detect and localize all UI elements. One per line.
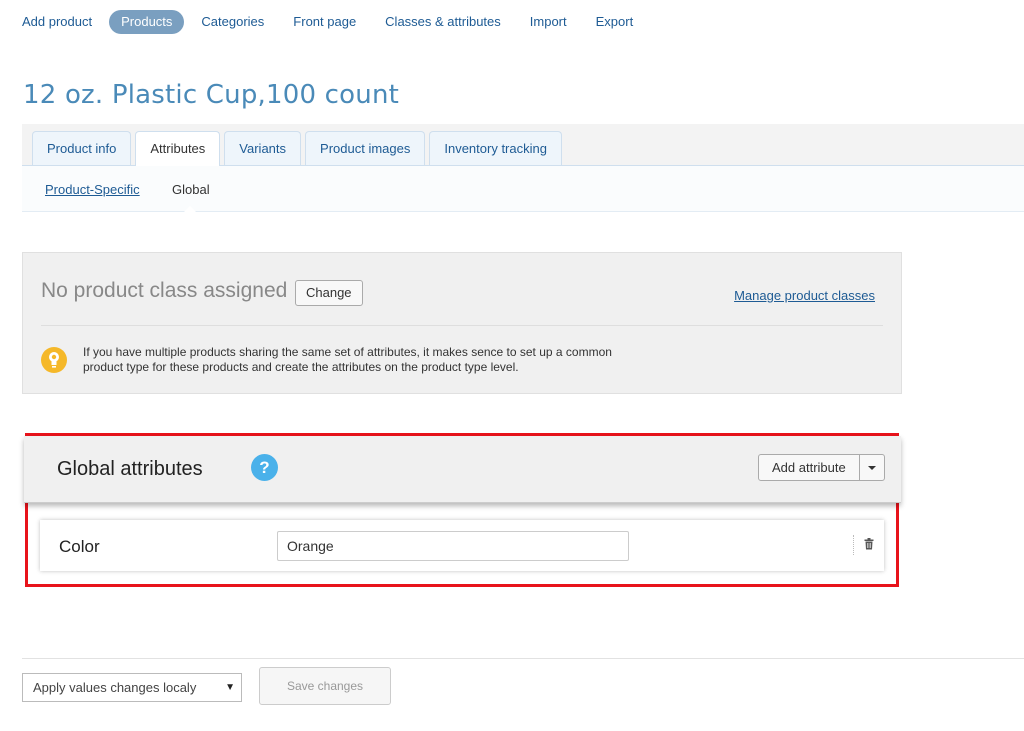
manage-product-classes-link[interactable]: Manage product classes — [734, 288, 875, 303]
lightbulb-icon — [41, 347, 67, 373]
product-class-panel: No product class assigned Change Manage … — [22, 252, 902, 394]
dropdown-arrow-icon: ▼ — [225, 682, 235, 693]
tab-product-images[interactable]: Product images — [305, 131, 426, 165]
product-class-hint: If you have multiple products sharing th… — [83, 345, 612, 374]
tab-product-info[interactable]: Product info — [32, 131, 132, 165]
attribute-row: Color — [40, 520, 884, 571]
tab-variants[interactable]: Variants — [224, 131, 302, 165]
nav-export[interactable]: Export — [584, 10, 646, 34]
footer-divider — [22, 658, 1024, 659]
nav-import[interactable]: Import — [518, 10, 579, 34]
global-attributes-title: Global attributes — [57, 458, 203, 480]
nav-categories[interactable]: Categories — [189, 10, 276, 34]
nav-add-product[interactable]: Add product — [10, 10, 104, 34]
attribute-name: Color — [59, 537, 100, 556]
product-class-status: No product class assigned — [41, 279, 288, 302]
apply-changes-label: Apply values changes localy — [33, 680, 197, 695]
add-attribute-button[interactable]: Add attribute — [758, 454, 885, 481]
question-icon[interactable]: ? — [251, 454, 278, 481]
change-class-button[interactable]: Change — [295, 280, 363, 306]
save-changes-button[interactable]: Save changes — [259, 667, 391, 705]
tab-inventory-tracking[interactable]: Inventory tracking — [429, 131, 562, 165]
tab-attributes[interactable]: Attributes — [135, 131, 221, 166]
subnav-global: Global — [172, 182, 210, 197]
page-title: 12 oz. Plastic Cup,100 count — [23, 80, 400, 110]
attributes-subnav: Product-Specific Global — [22, 166, 1024, 212]
nav-classes-attributes[interactable]: Classes & attributes — [373, 10, 513, 34]
add-attribute-label[interactable]: Add attribute — [759, 455, 860, 480]
global-attributes-header: Global attributes ? Add attribute — [24, 436, 901, 503]
subnav-product-specific[interactable]: Product-Specific — [45, 182, 140, 197]
trash-icon[interactable] — [864, 538, 874, 553]
apply-changes-select[interactable]: Apply values changes localy ▼ — [22, 673, 242, 702]
divider — [41, 325, 883, 326]
nav-front-page[interactable]: Front page — [281, 10, 368, 34]
active-subnav-caret — [184, 206, 196, 212]
tab-bar: Product info Attributes Variants Product… — [22, 124, 1024, 166]
top-nav: Add product Products Categories Front pa… — [10, 10, 650, 34]
nav-products[interactable]: Products — [109, 10, 185, 34]
attribute-value-input[interactable] — [277, 531, 629, 561]
chevron-down-icon[interactable] — [860, 455, 884, 480]
row-separator — [853, 535, 854, 555]
